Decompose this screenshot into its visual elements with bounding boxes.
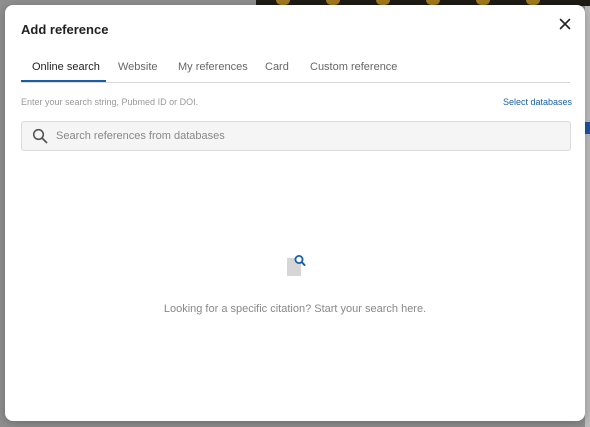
tab-website[interactable]: Website	[118, 61, 158, 73]
tab-custom-reference[interactable]: Custom reference	[310, 61, 397, 73]
select-databases-link[interactable]: Select databases	[503, 97, 572, 107]
tab-my-references[interactable]: My references	[178, 61, 248, 73]
dialog-title: Add reference	[21, 22, 109, 37]
close-icon	[559, 18, 571, 30]
close-button[interactable]	[555, 14, 575, 34]
search-hint: Enter your search string, Pubmed ID or D…	[21, 97, 199, 107]
search-icon	[32, 128, 48, 144]
backdrop-page-strip	[585, 0, 590, 427]
empty-state-message: Looking for a specific citation? Start y…	[163, 303, 427, 315]
tab-online-search[interactable]: Online search	[32, 61, 100, 73]
search-box	[21, 121, 571, 151]
tab-card[interactable]: Card	[265, 61, 289, 73]
add-reference-dialog: Add reference Online search Website My r…	[5, 5, 585, 421]
document-search-icon	[287, 255, 306, 276]
search-input[interactable]	[56, 122, 556, 150]
reference-tabs: Online search Website My references Card…	[21, 57, 570, 83]
active-tab-indicator	[21, 80, 106, 82]
backdrop-accent	[585, 122, 590, 134]
